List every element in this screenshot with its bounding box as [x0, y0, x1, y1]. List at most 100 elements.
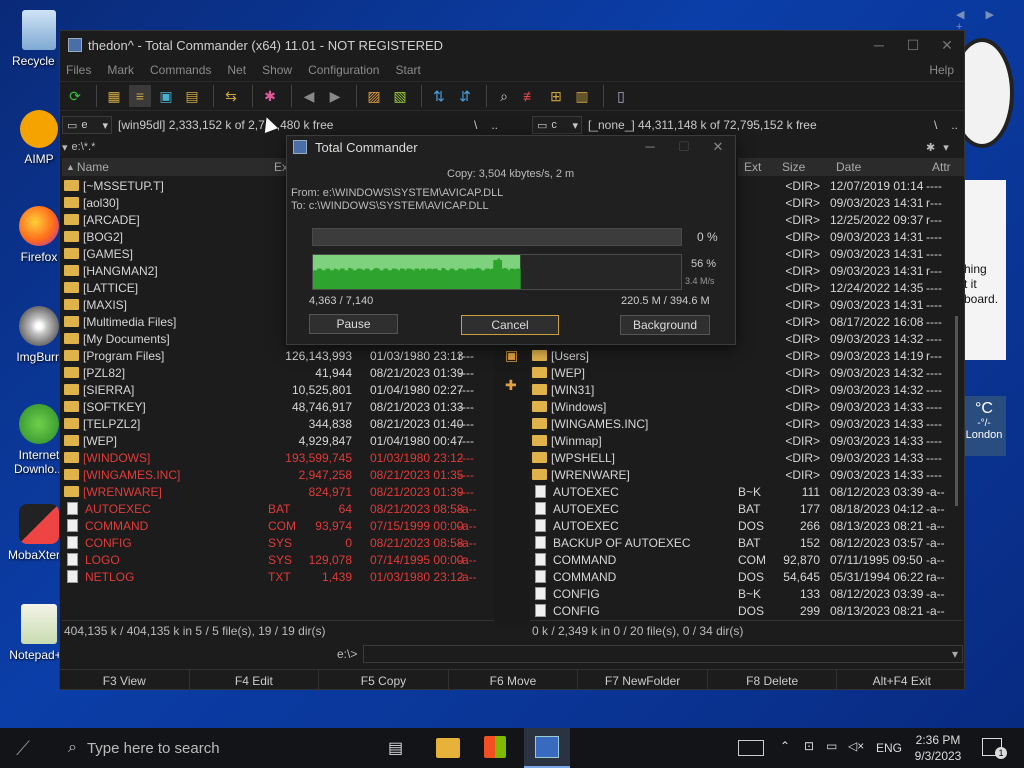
show-hidden-icons[interactable]: ⌃ [780, 739, 790, 753]
taskbar-clock[interactable]: 2:36 PM 9/3/2023 [910, 732, 966, 764]
taskbar-search-box[interactable]: ⌕ Type here to search [58, 728, 368, 768]
dialog-maximize-button[interactable]: ☐ [667, 139, 701, 155]
pack-icon[interactable]: ✱ [259, 85, 281, 107]
background-button[interactable]: Background [620, 315, 710, 335]
file-row[interactable]: [WEP] <DIR> 09/03/2023 14:32 ---- [530, 364, 962, 381]
left-path[interactable]: ▾ e:\*.* [62, 138, 292, 156]
command-input[interactable]: ▾ [363, 645, 963, 663]
left-up-button[interactable]: .. [491, 118, 498, 132]
unzip-icon[interactable]: ▧ [389, 85, 411, 107]
file-row[interactable]: [WRENWARE] <DIR> 09/03/2023 14:33 ---- [530, 466, 962, 483]
file-explorer-taskbar-icon[interactable] [436, 738, 460, 758]
file-row[interactable]: COMMAND COM 93,974 07/15/1999 00:00 -a-- [62, 517, 494, 534]
file-row[interactable]: CONFIG B~K 133 08/12/2023 03:39 -a-- [530, 585, 962, 602]
menu-help[interactable]: Help [929, 63, 954, 77]
right-col-ext[interactable]: Ext [744, 160, 761, 174]
task-view-icon[interactable]: ▤ [388, 738, 403, 758]
file-row[interactable]: AUTOEXEC BAT 177 08/18/2023 04:12 -a-- [530, 500, 962, 517]
maximize-button[interactable]: ☐ [896, 37, 930, 54]
invert-selection-icon[interactable]: ⇆ [220, 85, 242, 107]
right-col-date[interactable]: Date [836, 160, 861, 174]
thumbnails-icon[interactable]: ▣ [155, 85, 177, 107]
file-row[interactable]: BACKUP OF AUTOEXEC BAT 152 08/12/2023 03:57… [530, 534, 962, 551]
file-row[interactable]: NETLOG TXT 1,439 01/03/1980 23:12 -a-- [62, 568, 494, 585]
file-row[interactable]: AUTOEXEC DOS 266 08/13/2023 08:21 -a-- [530, 517, 962, 534]
ftp-icon[interactable]: ⇅ [428, 85, 450, 107]
file-row[interactable]: [Windows] <DIR> 09/03/2023 14:33 ---- [530, 398, 962, 415]
menu-mark[interactable]: Mark [107, 63, 134, 77]
zip-icon[interactable]: ▨ [363, 85, 385, 107]
back-icon[interactable]: ◀ [298, 85, 320, 107]
keyboard-tray-icon[interactable] [738, 740, 764, 756]
file-row[interactable]: [WINDOWS] 193,599,745 01/03/1980 23:12 ---- [62, 449, 494, 466]
f7-newfolder-button[interactable]: F7 NewFolder [578, 670, 708, 691]
dialog-minimize-button[interactable]: ─ [633, 139, 667, 155]
minimize-button[interactable]: ─ [862, 37, 896, 54]
add-icon[interactable]: ✚ [505, 377, 517, 394]
file-row[interactable]: LOGO SYS 129,078 07/14/1995 00:00 -a-- [62, 551, 494, 568]
file-row[interactable]: CONFIG SYS 0 08/21/2023 08:58 -a-- [62, 534, 494, 551]
file-row[interactable]: [Winmap] <DIR> 09/03/2023 14:33 ---- [530, 432, 962, 449]
f3-view-button[interactable]: F3 View [60, 670, 190, 691]
file-row[interactable]: [WPSHELL] <DIR> 09/03/2023 14:33 ---- [530, 449, 962, 466]
left-drive-select[interactable]: ▭ e ▾ [62, 116, 112, 134]
gadget-controls[interactable]: ◀ ▶ + [956, 8, 1024, 33]
multi-rename-icon[interactable]: ≢ [519, 85, 541, 107]
right-col-size[interactable]: Size [782, 160, 805, 174]
close-button[interactable]: ✕ [930, 37, 964, 54]
search-files-icon[interactable]: ⌕ [493, 85, 515, 107]
file-row[interactable]: COMMAND COM 92,870 07/11/1995 09:50 -a-- [530, 551, 962, 568]
alt-f4-exit-button[interactable]: Alt+F4 Exit [837, 670, 966, 691]
menu-show[interactable]: Show [262, 63, 292, 77]
menu-net[interactable]: Net [227, 63, 246, 77]
tree-icon[interactable]: ▤ [181, 85, 203, 107]
start-button[interactable]: ⟋ [16, 738, 38, 760]
file-row[interactable]: [SOFTKEY] 48,746,917 08/21/2023 01:33 ---- [62, 398, 494, 415]
file-row[interactable]: [WIN31] <DIR> 09/03/2023 14:32 ---- [530, 381, 962, 398]
right-up-button[interactable]: .. [951, 118, 958, 132]
menu-commands[interactable]: Commands [150, 63, 211, 77]
refresh-icon[interactable]: ⟳ [64, 85, 86, 107]
file-row[interactable]: [Program Files] 126,143,993 01/03/1980 23:… [62, 347, 494, 364]
forward-icon[interactable]: ▶ [324, 85, 346, 107]
full-view-icon[interactable]: ≡ [129, 85, 151, 107]
brief-view-icon[interactable]: ▦ [103, 85, 125, 107]
file-row[interactable]: AUTOEXEC BAT 64 08/21/2023 08:58 -a-- [62, 500, 494, 517]
store-taskbar-icon[interactable] [484, 736, 506, 758]
menu-files[interactable]: Files [66, 63, 91, 77]
display-icon[interactable]: ▭ [826, 739, 837, 753]
pause-button[interactable]: Pause [309, 314, 398, 334]
file-row[interactable]: [WRENWARE] 824,971 08/21/2023 01:39 ---- [62, 483, 494, 500]
right-col-attr[interactable]: Attr [932, 160, 951, 174]
f5-copy-button[interactable]: F5 Copy [319, 670, 449, 691]
file-row[interactable]: [Users] <DIR> 09/03/2023 14:19 r--- [530, 347, 962, 364]
network-icon[interactable]: ⊡ [804, 739, 814, 753]
dialog-close-button[interactable]: ✕ [701, 139, 735, 155]
f4-edit-button[interactable]: F4 Edit [190, 670, 320, 691]
file-row[interactable]: [WEP] 4,929,847 01/04/1980 00:47 ---- [62, 432, 494, 449]
file-row[interactable]: AUTOEXEC B~K 111 08/12/2023 03:39 -a-- [530, 483, 962, 500]
file-row[interactable]: [SIERRA] 10,525,801 01/04/1980 02:27 ---- [62, 381, 494, 398]
file-row[interactable]: [TELPZL2] 344,838 08/21/2023 01:40 ---- [62, 415, 494, 432]
copy-names-icon[interactable]: ▯ [610, 85, 632, 107]
right-root-button[interactable]: \ [934, 118, 937, 132]
gift-icon[interactable]: ▣ [505, 347, 518, 364]
f8-delete-button[interactable]: F8 Delete [708, 670, 838, 691]
total-commander-taskbar-icon[interactable] [524, 728, 570, 768]
file-row[interactable]: [WINGAMES.INC] 2,947,258 08/21/2023 01:35-… [62, 466, 494, 483]
volume-muted-icon[interactable]: ◁× [848, 739, 864, 753]
right-drive-select[interactable]: ▭ c ▾ [532, 116, 582, 134]
right-scrollbar[interactable] [955, 316, 958, 506]
language-indicator[interactable]: ENG [876, 741, 902, 755]
file-row[interactable]: COMMAND DOS 54,645 05/31/1994 06:22 ra-- [530, 568, 962, 585]
cancel-button[interactable]: Cancel [461, 315, 559, 335]
left-root-button[interactable]: \ [474, 118, 477, 132]
menu-start[interactable]: Start [395, 63, 420, 77]
file-row[interactable]: CONFIG DOS 299 08/13/2023 08:21 -a-- [530, 602, 962, 619]
right-path-controls[interactable]: ✱ ▾ [926, 138, 962, 156]
notification-center-icon[interactable]: 1 [982, 738, 1007, 759]
menu-configuration[interactable]: Configuration [308, 63, 379, 77]
left-col-name[interactable]: Name [77, 160, 109, 174]
file-row[interactable]: [WINGAMES.INC] <DIR> 09/03/2023 14:33 ---- [530, 415, 962, 432]
sync-dirs-icon[interactable]: ⊞ [545, 85, 567, 107]
